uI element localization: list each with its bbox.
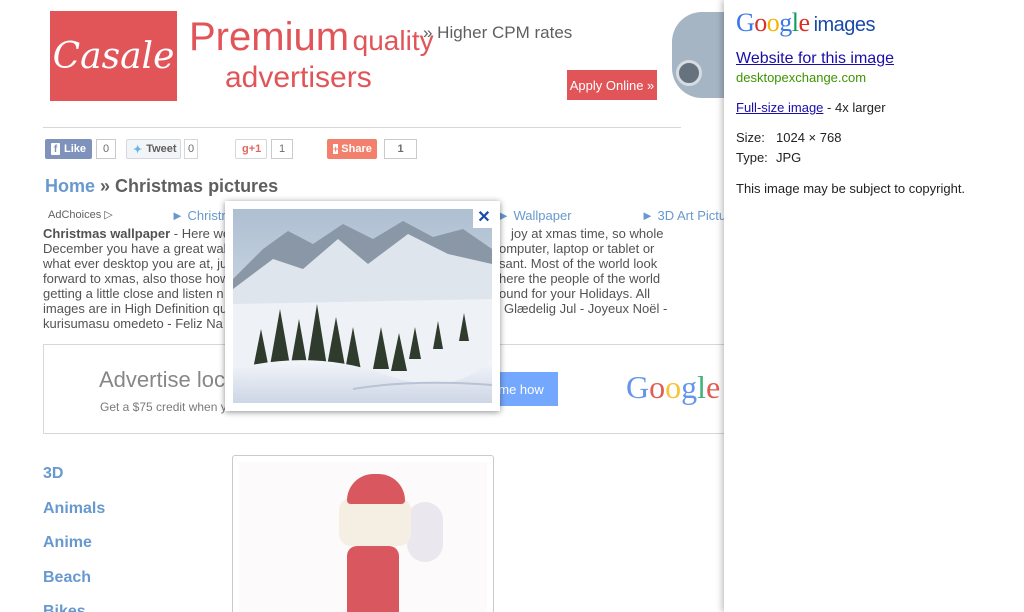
google-images-logo[interactable]: Google images [736, 8, 876, 38]
website-for-image-link[interactable]: Website for this image [736, 50, 894, 68]
image-size: Size: 1024 × 768 [736, 130, 842, 145]
snowy-mountain-image[interactable] [233, 209, 492, 403]
source-domain: desktopexchange.com [736, 70, 867, 85]
image-preview-popup: ✕ [225, 201, 500, 411]
google-images-panel: Google images Website for this image desk… [724, 0, 1024, 612]
fullsize-row: Full-size image - 4x larger [736, 100, 886, 115]
image-type: Type: JPG [736, 150, 802, 165]
copyright-notice: This image may be subject to copyright. [736, 181, 966, 196]
close-icon[interactable]: ✕ [473, 206, 495, 228]
full-size-image-link[interactable]: Full-size image [736, 100, 823, 115]
